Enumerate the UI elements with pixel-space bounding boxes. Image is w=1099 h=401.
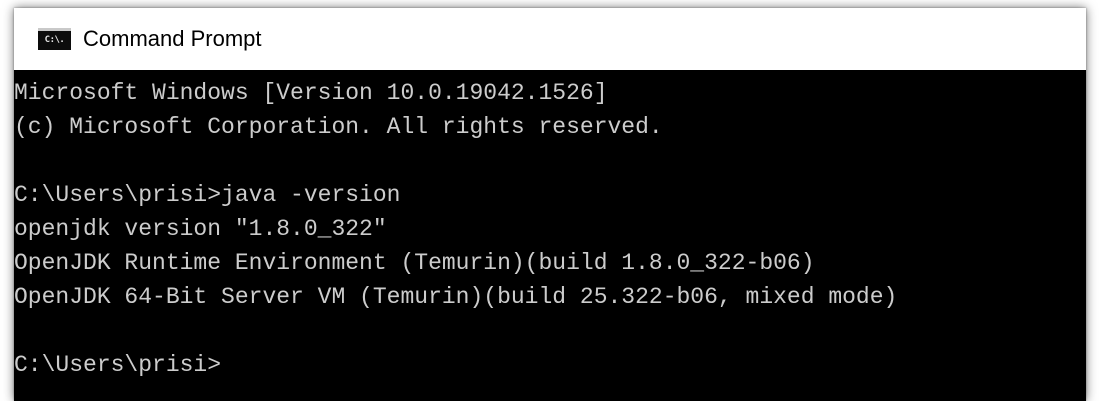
console-line: C:\Users\prisi>java -version [14,182,401,208]
console-line: OpenJDK 64-Bit Server VM (Temurin)(build… [14,284,898,310]
cmd-icon: C:\. [38,28,71,50]
cmd-icon-label: C:\. [44,35,65,45]
title-bar[interactable]: C:\. Command Prompt [14,8,1086,70]
window-title: Command Prompt [83,26,262,51]
console-line: OpenJDK Runtime Environment (Temurin)(bu… [14,250,815,276]
console-line: Microsoft Windows [Version 10.0.19042.15… [14,80,608,106]
console-line: openjdk version "1.8.0_322" [14,216,387,242]
console-output[interactable]: Microsoft Windows [Version 10.0.19042.15… [14,70,1086,401]
console-line: (c) Microsoft Corporation. All rights re… [14,114,663,140]
console-prompt-line[interactable]: C:\Users\prisi> [14,348,1086,382]
command-prompt-window: C:\. Command Prompt Microsoft Windows [V… [14,8,1086,401]
